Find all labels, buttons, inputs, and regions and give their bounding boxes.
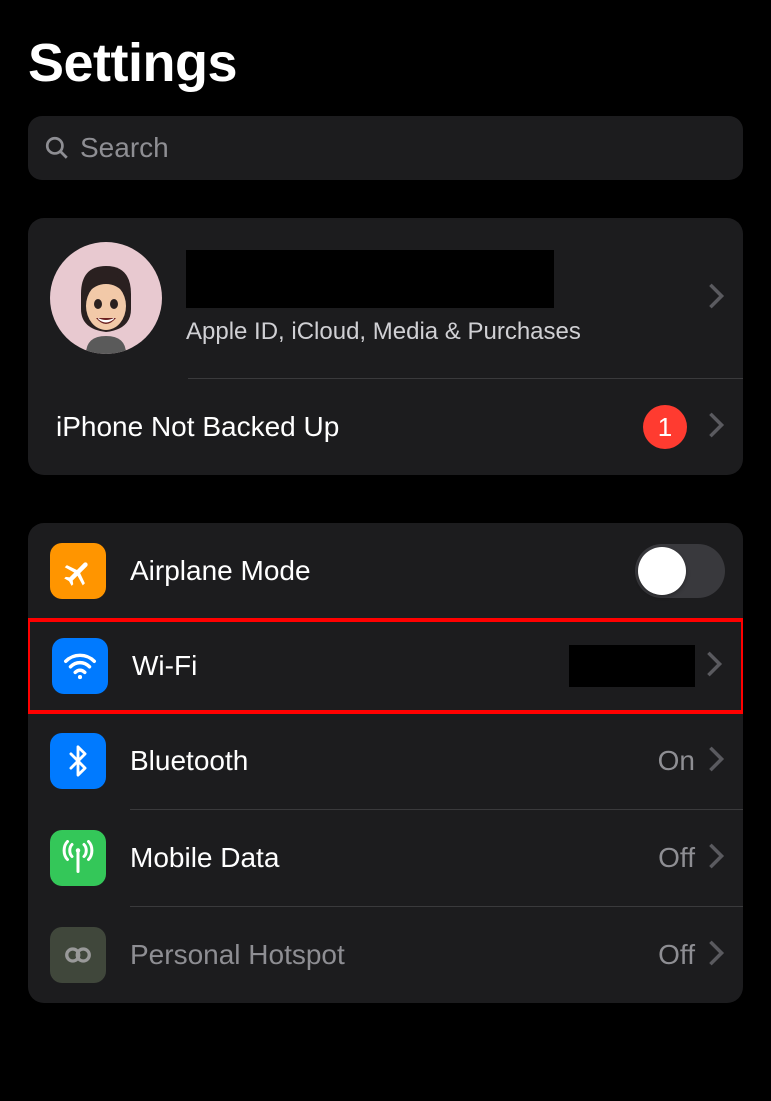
avatar xyxy=(50,242,162,354)
bluetooth-label: Bluetooth xyxy=(130,745,658,777)
bluetooth-icon xyxy=(50,733,106,789)
chevron-right-icon xyxy=(707,842,725,875)
mobile-data-row[interactable]: Mobile Data Off xyxy=(28,810,743,906)
airplane-label: Airplane Mode xyxy=(130,555,635,587)
apple-id-row[interactable]: Apple ID, iCloud, Media & Purchases xyxy=(28,218,743,378)
chevron-right-icon xyxy=(707,939,725,972)
apple-id-card: Apple ID, iCloud, Media & Purchases iPho… xyxy=(28,218,743,475)
wifi-row[interactable]: Wi-Fi xyxy=(28,618,743,714)
search-placeholder: Search xyxy=(80,132,169,164)
profile-name-redacted xyxy=(186,250,554,308)
hotspot-value: Off xyxy=(658,939,695,971)
chevron-right-icon xyxy=(707,411,725,444)
profile-subtitle: Apple ID, iCloud, Media & Purchases xyxy=(186,318,707,346)
page-title: Settings xyxy=(28,32,743,94)
hotspot-label: Personal Hotspot xyxy=(130,939,658,971)
airplane-icon xyxy=(50,543,106,599)
bluetooth-row[interactable]: Bluetooth On xyxy=(28,713,743,809)
airplane-mode-row[interactable]: Airplane Mode xyxy=(28,523,743,619)
search-input[interactable]: Search xyxy=(28,116,743,180)
backup-warning-row[interactable]: iPhone Not Backed Up 1 xyxy=(28,379,743,475)
connectivity-group: Airplane Mode Wi-Fi xyxy=(28,523,743,1003)
hotspot-row[interactable]: Personal Hotspot Off xyxy=(28,907,743,1003)
bluetooth-value: On xyxy=(658,745,695,777)
wifi-value-redacted xyxy=(569,645,695,687)
mobile-data-label: Mobile Data xyxy=(130,842,658,874)
search-icon xyxy=(44,135,70,161)
wifi-label: Wi-Fi xyxy=(132,650,569,682)
hotspot-icon xyxy=(50,927,106,983)
notification-badge: 1 xyxy=(643,405,687,449)
chevron-right-icon xyxy=(705,650,723,683)
airplane-toggle[interactable] xyxy=(635,544,725,598)
wifi-icon xyxy=(52,638,108,694)
chevron-right-icon xyxy=(707,745,725,778)
chevron-right-icon xyxy=(707,282,725,315)
antenna-icon xyxy=(50,830,106,886)
backup-label: iPhone Not Backed Up xyxy=(56,411,643,443)
mobile-data-value: Off xyxy=(658,842,695,874)
